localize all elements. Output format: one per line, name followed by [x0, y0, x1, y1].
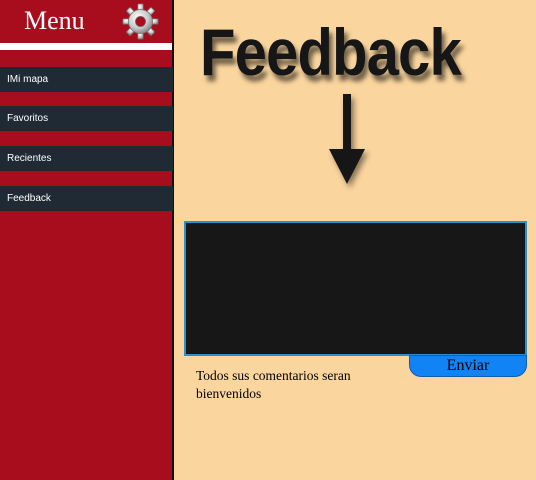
sidebar-item-feedback[interactable]: Feedback	[0, 186, 173, 211]
page-title: Feedback	[200, 15, 462, 89]
arrow-down-icon	[329, 94, 365, 184]
feedback-textarea[interactable]	[184, 221, 527, 356]
send-button[interactable]: Enviar	[409, 355, 527, 377]
sidebar-item-mi-mapa[interactable]: IMi mapa	[0, 67, 173, 92]
sidebar-item-label: Favoritos	[7, 113, 49, 124]
sidebar: Menu IMi mapa Favoritos Recientes Feedba…	[0, 0, 174, 480]
sidebar-item-favoritos[interactable]: Favoritos	[0, 106, 173, 131]
gear-icon[interactable]	[122, 3, 159, 40]
feedback-note: Todos sus comentarios seran bienvenidos	[196, 368, 351, 401]
menu-title: Menu	[24, 6, 85, 35]
sidebar-item-recientes[interactable]: Recientes	[0, 146, 173, 171]
menu-divider	[0, 43, 172, 50]
sidebar-item-label: Recientes	[7, 153, 52, 164]
sidebar-item-label: IMi mapa	[7, 74, 49, 85]
sidebar-item-label: Feedback	[7, 193, 51, 204]
